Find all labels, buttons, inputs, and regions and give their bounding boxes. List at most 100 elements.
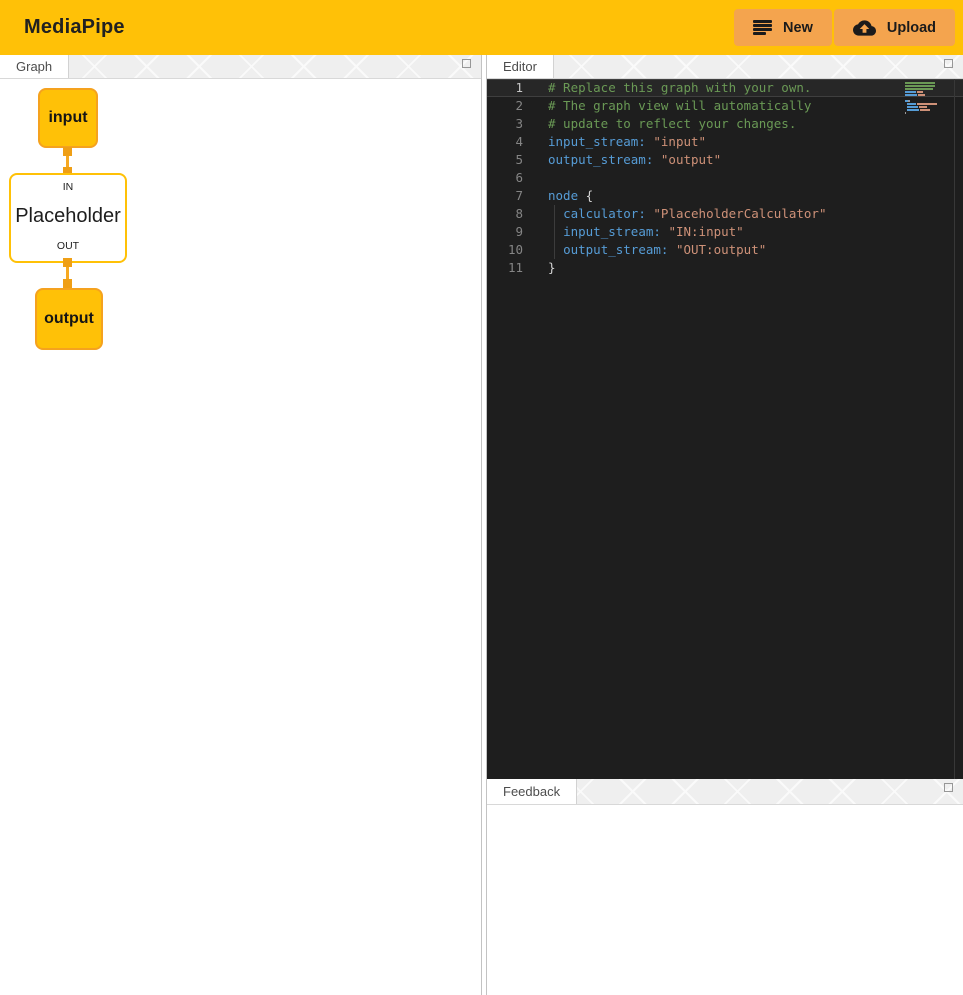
minimap-line — [905, 100, 943, 102]
tab-feedback[interactable]: Feedback — [487, 779, 577, 804]
new-list-icon — [753, 20, 772, 35]
code-token: input_stream: — [548, 134, 646, 149]
code-editor[interactable]: 1 # Replace this graph with your own. 2# T… — [487, 79, 963, 779]
graph-node-output[interactable]: output — [35, 288, 103, 350]
placeholder-in-port: IN — [63, 181, 74, 193]
code-token — [668, 242, 676, 257]
editor-tabbar: Editor — [487, 55, 963, 79]
minimap-line — [905, 85, 943, 87]
minimap-segment — [905, 88, 933, 90]
line-number: 7 — [487, 187, 523, 205]
code-token — [653, 152, 661, 167]
line-text: node { — [548, 187, 593, 205]
code-token: "IN:input" — [668, 224, 743, 239]
code-line[interactable]: 11} — [487, 259, 963, 277]
minimap-segment — [905, 85, 935, 87]
minimap-segment — [905, 94, 917, 96]
line-text: # The graph view will automatically — [548, 97, 811, 115]
new-button[interactable]: New — [734, 9, 832, 46]
minimap-segment — [907, 109, 919, 111]
code-line[interactable]: 2# The graph view will automatically — [487, 97, 963, 115]
line-number: 10 — [487, 241, 523, 259]
app-header: MediaPipe New Upload — [0, 0, 963, 55]
code-token — [548, 242, 563, 257]
minimap-line — [905, 103, 943, 105]
minimap-segment — [919, 106, 928, 108]
code-line[interactable]: 4 input_stream: "input" — [487, 133, 963, 151]
minimap-line — [905, 88, 943, 90]
tab-feedback-label: Feedback — [503, 784, 560, 799]
code-token: input_stream: — [563, 224, 661, 239]
upload-button[interactable]: Upload — [834, 9, 955, 46]
minimap-segment — [917, 103, 937, 105]
minimap-segment — [905, 112, 906, 114]
minimap-line — [905, 94, 943, 96]
line-number: 6 — [487, 169, 523, 187]
input-node-label: input — [48, 109, 87, 127]
tab-editor-label: Editor — [503, 59, 537, 74]
line-number: 11 — [487, 259, 523, 277]
graph-node-input[interactable]: input — [38, 88, 98, 148]
app-title: MediaPipe — [24, 16, 125, 39]
feedback-content — [487, 805, 963, 995]
feedback-panel: Feedback — [487, 779, 963, 995]
line-number: 4 — [487, 133, 523, 151]
maximize-feedback-icon[interactable] — [944, 783, 953, 792]
minimap[interactable] — [905, 82, 943, 115]
line-text: input_stream: "IN:input" — [548, 223, 744, 241]
placeholder-node-label: Placeholder — [15, 205, 121, 228]
minimap-segment — [905, 82, 935, 84]
minimap-segment — [907, 106, 918, 108]
maximize-editor-icon[interactable] — [944, 59, 953, 68]
main-area: Graph input IN Placeholder OUT output — [0, 55, 963, 995]
code-token: "OUT:output" — [676, 242, 766, 257]
connector-dot — [63, 279, 72, 288]
connector-dot — [63, 258, 72, 267]
line-text: calculator: "PlaceholderCalculator" — [548, 205, 826, 223]
maximize-graph-icon[interactable] — [462, 59, 471, 68]
code-line[interactable]: 8 calculator: "PlaceholderCalculator" — [487, 205, 963, 223]
code-token: "output" — [661, 152, 721, 167]
minimap-line — [905, 109, 943, 111]
connector-dot — [63, 147, 72, 156]
code-line[interactable]: 5 output_stream: "output" — [487, 151, 963, 169]
line-number: 9 — [487, 223, 523, 241]
code-line[interactable]: 3# update to reflect your changes. — [487, 115, 963, 133]
graph-panel: Graph input IN Placeholder OUT output — [0, 55, 482, 995]
code-line[interactable]: 6 — [487, 169, 963, 187]
line-text: input_stream: "input" — [548, 133, 706, 151]
header-actions: New Upload — [734, 9, 955, 46]
overview-ruler — [954, 79, 955, 779]
code-token: "PlaceholderCalculator" — [653, 206, 826, 221]
graph-node-placeholder[interactable]: IN Placeholder OUT — [9, 173, 127, 263]
line-number: 8 — [487, 205, 523, 223]
output-node-label: output — [44, 310, 94, 328]
code-token: # Replace this graph with your own. — [548, 80, 811, 95]
code-line[interactable]: 7 node { — [487, 187, 963, 205]
code-line[interactable]: 1 # Replace this graph with your own. — [487, 79, 963, 97]
minimap-line — [905, 91, 943, 93]
editor-panel: Editor 1 # Replace this graph with your o… — [487, 55, 963, 779]
minimap-line — [905, 97, 943, 99]
minimap-segment — [920, 109, 930, 111]
code-line[interactable]: 10 output_stream: "OUT:output" — [487, 241, 963, 259]
right-column: Editor 1 # Replace this graph with your o… — [486, 55, 963, 995]
line-number: 1 — [487, 79, 523, 97]
minimap-line — [905, 112, 943, 114]
tab-editor[interactable]: Editor — [487, 55, 554, 78]
code-token: calculator: — [563, 206, 646, 221]
code-token: # update to reflect your changes. — [548, 116, 796, 131]
placeholder-out-port: OUT — [57, 240, 79, 252]
minimap-segment — [918, 94, 925, 96]
graph-canvas[interactable]: input IN Placeholder OUT output — [0, 79, 481, 995]
code-line[interactable]: 9 input_stream: "IN:input" — [487, 223, 963, 241]
line-text: # Replace this graph with your own. — [548, 79, 811, 97]
minimap-line — [905, 106, 943, 108]
line-text: } — [548, 259, 556, 277]
upload-button-label: Upload — [887, 20, 936, 36]
code-token — [548, 224, 563, 239]
minimap-segment — [907, 103, 916, 105]
line-number: 5 — [487, 151, 523, 169]
line-text: output_stream: "output" — [548, 151, 721, 169]
tab-graph[interactable]: Graph — [0, 55, 69, 78]
